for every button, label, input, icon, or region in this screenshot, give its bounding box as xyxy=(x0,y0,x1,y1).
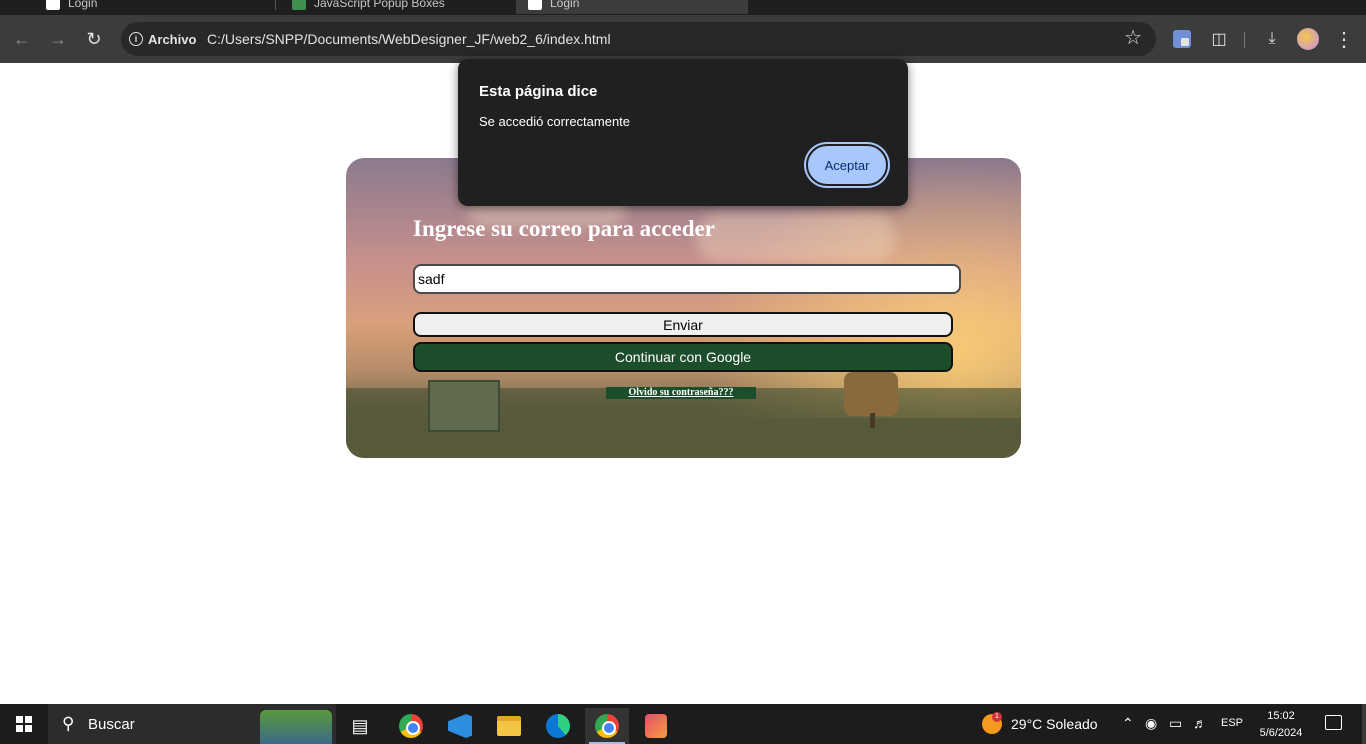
cloud xyxy=(696,213,896,263)
dialog-title: Esta página dice xyxy=(479,83,598,100)
info-icon: i xyxy=(129,32,143,46)
notifications-icon[interactable] xyxy=(1325,715,1342,730)
clock-time: 15:02 xyxy=(1267,710,1295,722)
tab-label: Login xyxy=(550,0,580,10)
chrome-icon[interactable] xyxy=(389,708,433,744)
chrome-active-icon[interactable] xyxy=(585,708,629,744)
page-icon xyxy=(528,0,542,10)
reload-icon[interactable]: ↻ xyxy=(80,25,108,53)
search-icon: ⚲ xyxy=(62,714,75,733)
page-icon xyxy=(292,0,306,10)
profile-avatar[interactable] xyxy=(1294,25,1322,53)
weather-temp: 29°C xyxy=(1011,716,1043,732)
edge-icon[interactable] xyxy=(536,708,580,744)
taskbar: ⚲ Buscar ▤ 1 29°C Soleado ⌃ ◉ ▭ ♬ ESP 15… xyxy=(0,704,1366,744)
meet-icon[interactable]: ◉ xyxy=(1145,715,1157,732)
tab-label: Login xyxy=(68,0,98,10)
language-indicator[interactable]: ESP xyxy=(1221,717,1243,729)
volume-icon[interactable]: ♬ xyxy=(1193,715,1207,731)
chevron-up-icon[interactable]: ⌃ xyxy=(1122,715,1134,732)
network-icon[interactable]: ▭ xyxy=(1169,715,1182,732)
landscape-building xyxy=(428,380,500,432)
windows-start-icon[interactable] xyxy=(16,716,32,732)
file-explorer-icon[interactable] xyxy=(487,708,531,744)
tab-label: JavaScript Popup Boxes xyxy=(314,0,445,10)
tab-login-1[interactable]: Login xyxy=(34,0,274,14)
show-desktop-button[interactable] xyxy=(1362,704,1366,744)
weather-desc: Soleado xyxy=(1046,716,1098,732)
alert-dialog: Esta página dice Se accedió correctament… xyxy=(458,59,908,206)
menu-kebab-icon[interactable]: ⋮ xyxy=(1330,25,1358,53)
toolbar-divider xyxy=(1244,32,1245,48)
weather-text[interactable]: 29°C Soleado xyxy=(1011,716,1098,732)
tab-divider xyxy=(275,0,276,10)
email-input[interactable] xyxy=(413,264,961,294)
weather-badge: 1 xyxy=(992,712,1002,722)
address-bar[interactable]: i Archivo C:/Users/SNPP/Documents/WebDes… xyxy=(121,22,1156,56)
system-clock[interactable]: 15:02 5/6/2024 xyxy=(1256,708,1306,742)
login-heading: Ingrese su correo para acceder xyxy=(413,216,715,241)
landscape-tree xyxy=(844,372,898,416)
taskbar-search[interactable]: ⚲ Buscar xyxy=(48,704,336,744)
forgot-password-link[interactable]: Olvido su contraseña??? xyxy=(606,387,756,399)
page-icon xyxy=(46,0,60,10)
vscode-icon[interactable] xyxy=(438,708,482,744)
landscape-tree-trunk xyxy=(870,413,875,428)
site-info-chip[interactable]: i Archivo xyxy=(129,27,196,51)
translate-icon[interactable] xyxy=(1168,25,1196,53)
search-highlight-image xyxy=(260,710,332,744)
dialog-message: Se accedió correctamente xyxy=(479,114,631,129)
download-icon[interactable]: ⤓ xyxy=(1258,25,1286,53)
google-signin-button[interactable]: Continuar con Google xyxy=(413,342,953,372)
browser-toolbar: ← → ↻ i Archivo C:/Users/SNPP/Documents/… xyxy=(0,15,1366,63)
search-label: Buscar xyxy=(88,716,135,733)
site-chip-label: Archivo xyxy=(148,31,197,47)
accept-button[interactable]: Aceptar xyxy=(806,144,888,186)
tab-javascript-popup[interactable]: JavaScript Popup Boxes xyxy=(280,0,512,14)
tab-login-active[interactable]: Login xyxy=(516,0,748,14)
snipping-tool-icon[interactable] xyxy=(634,708,678,744)
bookmark-star-icon[interactable]: ☆ xyxy=(1124,27,1142,49)
forward-icon[interactable]: → xyxy=(44,25,72,53)
send-button[interactable]: Enviar xyxy=(413,312,953,337)
url-text[interactable]: C:/Users/SNPP/Documents/WebDesigner_JF/w… xyxy=(207,31,611,47)
back-icon[interactable]: ← xyxy=(8,25,36,53)
task-view-icon[interactable]: ▤ xyxy=(338,708,382,744)
extensions-icon[interactable]: ◫ xyxy=(1205,25,1233,53)
clock-date: 5/6/2024 xyxy=(1259,727,1303,739)
tab-strip: Login JavaScript Popup Boxes Login xyxy=(0,0,1366,15)
